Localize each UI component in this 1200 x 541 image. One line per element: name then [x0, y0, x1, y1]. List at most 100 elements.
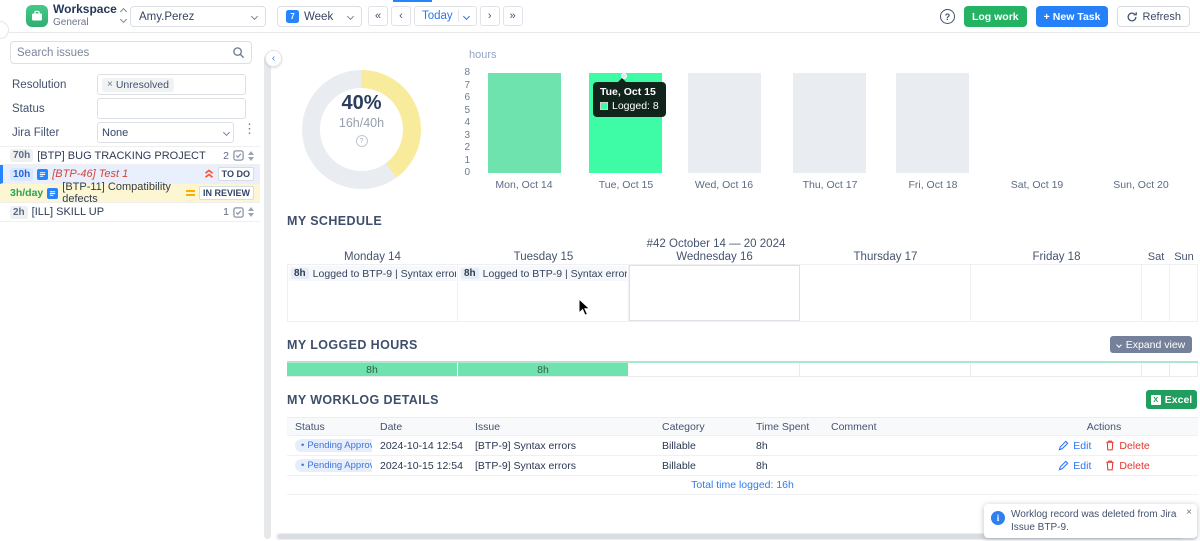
logged-cell-sun: [1170, 363, 1198, 376]
edit-button[interactable]: Edit: [1058, 440, 1091, 452]
briefcase-icon: [30, 9, 44, 23]
workspace-switcher[interactable]: Workspace General: [53, 3, 117, 28]
user-select[interactable]: Amy.Perez: [130, 6, 266, 27]
issue-type-icon: [37, 169, 48, 180]
entry-text: Logged to BTP-9 | Syntax errors: [313, 268, 456, 280]
chevron-up-icon: [120, 8, 127, 15]
resolution-input[interactable]: × Unresolved: [97, 74, 246, 95]
tooltip-value: Logged: 8: [612, 100, 659, 112]
export-excel-button[interactable]: X Excel: [1146, 390, 1197, 409]
day-header-wed: Wednesday 16: [629, 251, 800, 263]
pencil-icon: [1058, 460, 1069, 471]
time-estimate-chip: 10h: [10, 168, 33, 181]
status-label: Status: [12, 103, 97, 115]
date-nav: « ‹ Today › »: [368, 6, 523, 26]
vertical-scrollbar[interactable]: [264, 55, 271, 539]
last-week-button[interactable]: »: [503, 6, 523, 26]
new-task-button[interactable]: + New Task: [1036, 6, 1109, 27]
workspace-caret-icon[interactable]: [121, 9, 126, 22]
col-status: Status: [287, 421, 372, 433]
jira-filter-value: None: [102, 127, 128, 139]
project-row-ill[interactable]: 2h [ILL] SKILL UP 1: [0, 203, 260, 222]
schedule-cell-sun[interactable]: [1170, 265, 1198, 321]
resolution-tag[interactable]: × Unresolved: [102, 78, 174, 92]
loading-bar: [393, 0, 432, 2]
remove-tag-icon[interactable]: ×: [107, 79, 113, 90]
dot-icon: •: [301, 460, 304, 471]
tooltip-date: Tue, Oct 15: [600, 86, 659, 98]
worklog-table: Status Date Issue Category Time Spent Co…: [287, 417, 1198, 495]
resolution-tag-label: Unresolved: [116, 79, 169, 91]
schedule-cell-fri[interactable]: [971, 265, 1142, 321]
schedule-entry[interactable]: 8h Logged to BTP-9 | Syntax errors: [289, 266, 456, 281]
cell-category: Billable: [654, 460, 748, 472]
checkbox-icon[interactable]: [233, 150, 244, 161]
today-label: Today: [422, 10, 453, 22]
first-week-button[interactable]: «: [368, 6, 388, 26]
day-header-sun: Sun: [1170, 251, 1198, 263]
bar-thu-scheduled[interactable]: [793, 73, 866, 173]
schedule-heading: MY SCHEDULE: [287, 214, 382, 228]
kebab-menu-icon[interactable]: ⋮: [243, 122, 256, 135]
schedule-cell-mon[interactable]: 8h Logged to BTP-9 | Syntax errors: [287, 265, 458, 321]
schedule-cell-wed[interactable]: [629, 265, 800, 321]
status-badge: •Pending Approval: [295, 459, 372, 472]
total-time-logged: Total time logged: 16h: [287, 476, 1198, 495]
prev-week-button[interactable]: ‹: [391, 6, 411, 26]
sort-icon[interactable]: [248, 207, 254, 217]
period-select-value: Week: [304, 11, 333, 23]
search-input[interactable]: [17, 47, 232, 59]
status-input[interactable]: [97, 98, 246, 119]
sort-icon[interactable]: [248, 151, 254, 161]
top-toolbar: Workspace General Amy.Perez 7 Week « ‹ T…: [0, 0, 1200, 33]
y-axis-label: hours: [469, 49, 497, 61]
issue-row-btp-11[interactable]: 3h/day [BTP-11] Compatibility defects IN…: [0, 184, 260, 203]
col-actions: Actions: [1010, 421, 1198, 433]
help-icon[interactable]: ?: [940, 9, 955, 24]
refresh-button[interactable]: Refresh: [1117, 6, 1190, 27]
checkbox-icon[interactable]: [233, 207, 244, 218]
schedule-grid: 8h Logged to BTP-9 | Syntax errors 8h Lo…: [287, 264, 1198, 322]
bar-mon-logged[interactable]: [488, 73, 561, 173]
status-badge: IN REVIEW: [199, 186, 254, 200]
bar-fri-scheduled[interactable]: [896, 73, 969, 173]
tooltip-swatch-icon: [600, 102, 608, 110]
chevron-down-icon: [1116, 342, 1122, 348]
bar-wed-scheduled[interactable]: [688, 73, 761, 173]
workspace-subtitle: General: [53, 17, 117, 29]
jira-filter-select[interactable]: None: [97, 122, 234, 143]
schedule-entry[interactable]: 8h Logged to BTP-9 | Syntax errors: [459, 266, 627, 281]
logged-hours-heading: MY LOGGED HOURS: [287, 338, 418, 352]
day-header-tue: Tuesday 15: [458, 251, 629, 263]
day-header-mon: Monday 14: [287, 251, 458, 263]
search-icon: [232, 46, 245, 59]
expand-view-button[interactable]: Expand view: [1110, 336, 1192, 353]
period-select[interactable]: 7 Week: [277, 6, 362, 27]
delete-button[interactable]: Delete: [1105, 460, 1149, 472]
schedule-cell-sat[interactable]: [1142, 265, 1170, 321]
schedule-cell-tue[interactable]: 8h Logged to BTP-9 | Syntax errors: [458, 265, 629, 321]
col-comment: Comment: [823, 421, 1010, 433]
log-work-button[interactable]: Log work: [964, 6, 1027, 27]
time-estimate-chip: 3h/day: [10, 187, 43, 199]
edit-button[interactable]: Edit: [1058, 460, 1091, 472]
cell-date: 2024-10-14 12:54: [372, 440, 467, 452]
next-week-button[interactable]: ›: [480, 6, 500, 26]
table-row: •Pending Approval 2024-10-15 12:54 [BTP-…: [287, 456, 1198, 476]
delete-button[interactable]: Delete: [1105, 440, 1149, 452]
help-icon[interactable]: ?: [356, 135, 368, 147]
cell-issue: [BTP-9] Syntax errors: [467, 440, 654, 452]
chevron-down-icon: [120, 16, 127, 23]
schedule-cell-thu[interactable]: [800, 265, 971, 321]
logged-segment-tue: 8h: [458, 363, 629, 376]
col-date: Date: [372, 421, 467, 433]
project-row-btp[interactable]: 70h [BTP] BUG TRACKING PROJECT 2: [0, 146, 260, 165]
entry-hours: 8h: [461, 268, 479, 279]
today-button[interactable]: Today: [414, 6, 477, 26]
dot-icon: •: [301, 440, 304, 451]
x-tick-tue: Tue, Oct 15: [581, 179, 671, 191]
sidebar-collapse-button[interactable]: ‹: [265, 50, 282, 67]
logged-cell-sat: [1142, 363, 1170, 376]
close-icon[interactable]: ×: [1186, 507, 1192, 518]
project-label: [ILL] SKILL UP: [32, 206, 104, 218]
